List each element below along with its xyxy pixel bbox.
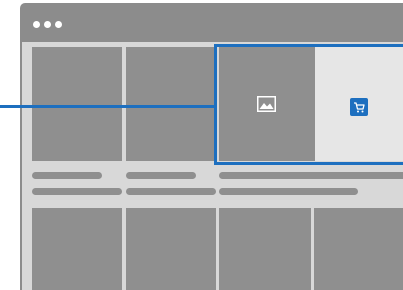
placeholder-tile — [32, 208, 122, 290]
highlight-selection-box — [214, 44, 403, 165]
window-control-dot — [55, 21, 62, 28]
browser-titlebar — [22, 5, 403, 42]
text-line-placeholder — [219, 172, 403, 179]
text-line-placeholder — [219, 188, 358, 195]
illustration-canvas — [0, 0, 403, 290]
placeholder-tile — [126, 208, 216, 290]
placeholder-tile — [219, 208, 311, 290]
window-control-dot — [44, 21, 51, 28]
text-line-placeholder — [32, 188, 122, 195]
text-line-placeholder — [126, 172, 196, 179]
placeholder-tile — [314, 208, 403, 290]
placeholder-tile — [126, 47, 216, 161]
text-line-placeholder — [126, 188, 216, 195]
placeholder-tile — [32, 47, 122, 161]
callout-connector-line — [0, 105, 216, 108]
window-control-dot — [33, 21, 40, 28]
text-line-placeholder — [32, 172, 102, 179]
